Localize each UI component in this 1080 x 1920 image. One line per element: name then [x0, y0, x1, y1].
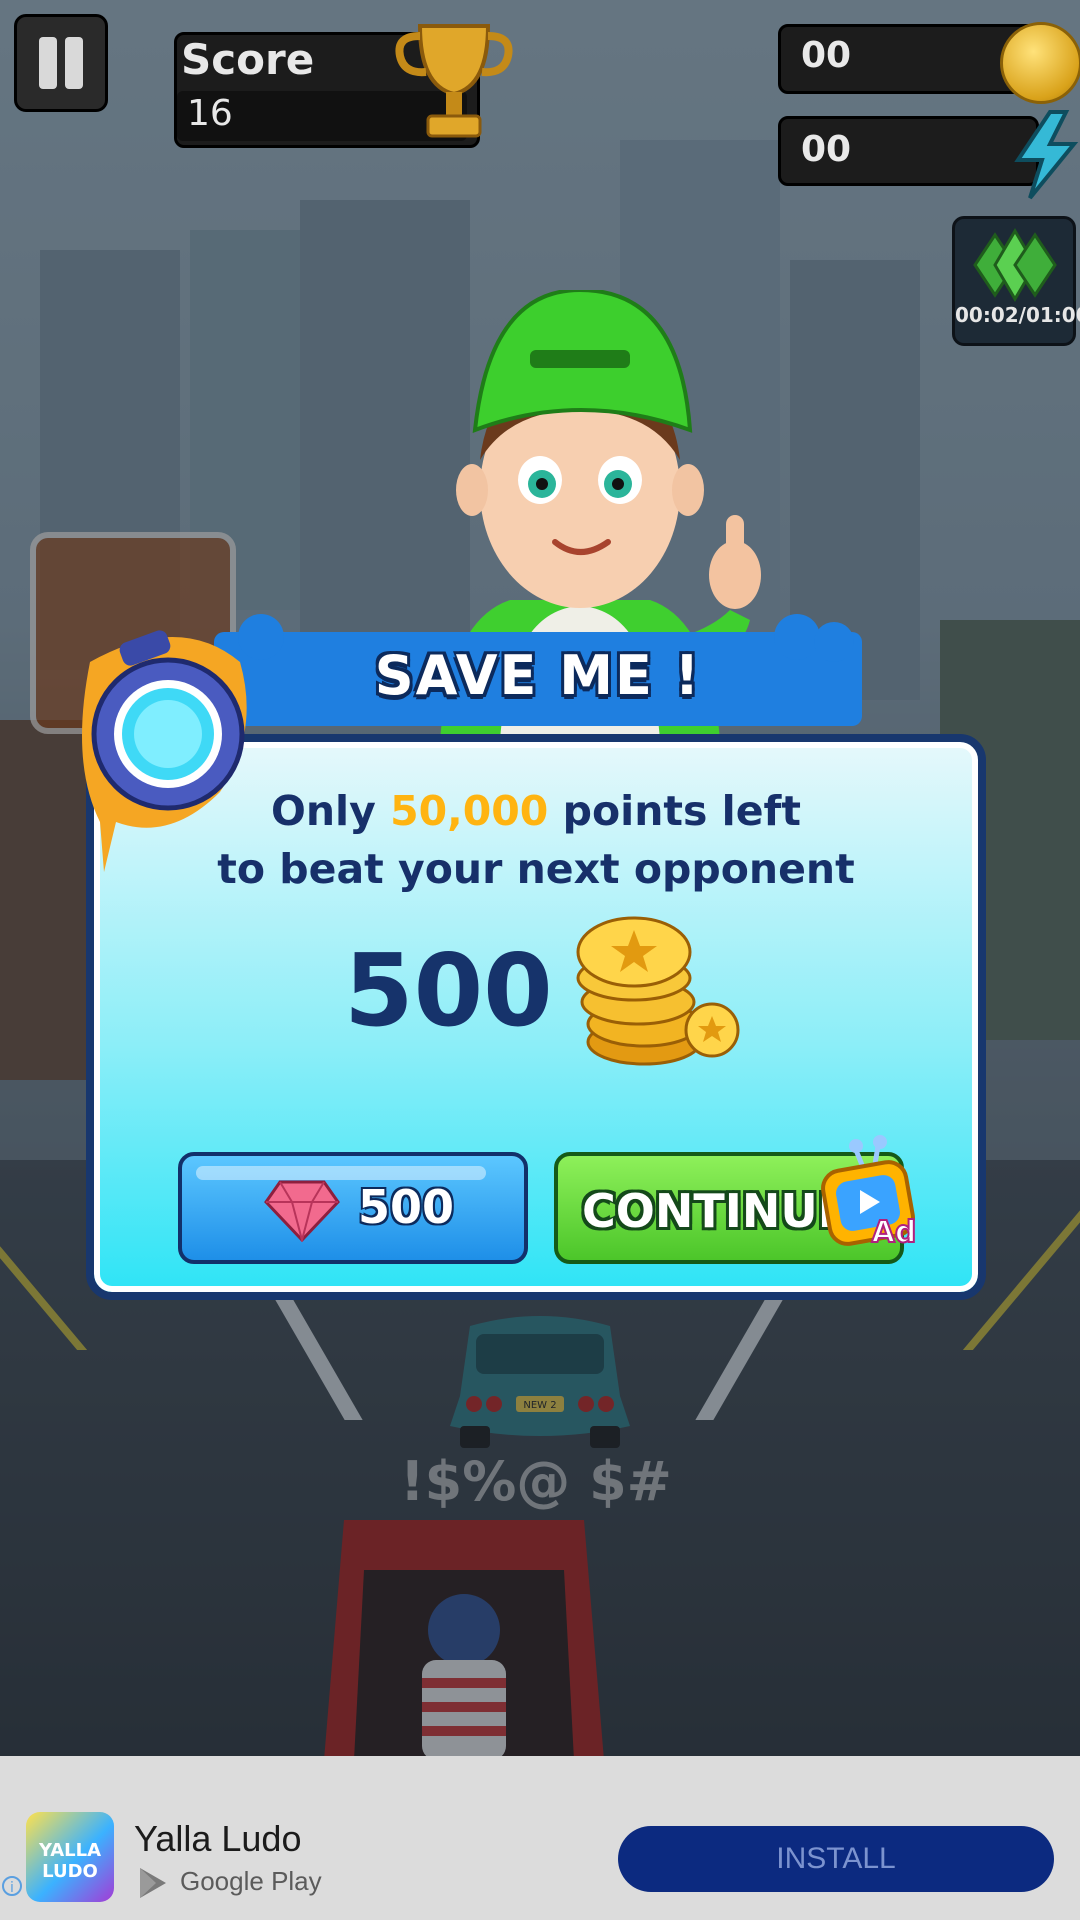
save-me-header: SAVE ME !	[214, 614, 862, 726]
ad-info-icon[interactable]: i	[2, 1876, 22, 1896]
trophy-icon	[395, 24, 513, 138]
energy-counter: 00	[778, 116, 1039, 186]
stopwatch-icon	[82, 630, 247, 872]
points-left-value: 50,000	[390, 787, 549, 835]
lightning-bolt-icon	[1014, 110, 1079, 200]
energy-value: 00	[801, 129, 852, 170]
gem-timer-panel: 00:02/01:00	[952, 216, 1080, 346]
gem-timer-text: 00:02/01:00	[955, 303, 1080, 327]
gem-revive-button[interactable]: 500	[178, 1152, 528, 1264]
coin-icon	[1000, 22, 1080, 104]
ad-banner[interactable]: YALLA LUDO Yalla Ludo Google Play INSTAL…	[0, 1756, 1080, 1920]
install-button[interactable]: INSTALL	[618, 1826, 1054, 1892]
coins-value: 00	[801, 35, 852, 76]
ad-app-icon[interactable]: YALLA LUDO	[26, 1812, 114, 1902]
message-prefix: Only	[271, 787, 376, 835]
ad-store-name: Google Play	[180, 1866, 322, 1896]
gem-icon	[264, 1180, 340, 1242]
ad-app-icon-text: YALLA LUDO	[38, 1840, 102, 1882]
continue-label: CONTINUE	[582, 1184, 850, 1238]
score-label: Score	[181, 35, 315, 84]
gem-cost-label: 500	[358, 1180, 455, 1234]
pause-button[interactable]	[14, 14, 108, 112]
coin-stack-icon	[576, 916, 740, 1066]
ad-badge: Ad	[872, 1215, 917, 1248]
google-play-icon	[140, 1868, 166, 1898]
install-label: INSTALL	[776, 1842, 896, 1875]
message-suffix: points left	[562, 787, 801, 835]
score-value: 16	[187, 93, 233, 134]
green-gems-icon	[973, 228, 1057, 302]
coin-cost: 500	[344, 932, 553, 1049]
ad-app-name[interactable]: Yalla Ludo	[134, 1818, 301, 1860]
pause-icon	[39, 37, 57, 89]
message-line2: to beat your next opponent	[217, 845, 855, 893]
dialog-title: SAVE ME !	[374, 644, 702, 707]
ad-tv-icon: Ad	[821, 1135, 917, 1248]
